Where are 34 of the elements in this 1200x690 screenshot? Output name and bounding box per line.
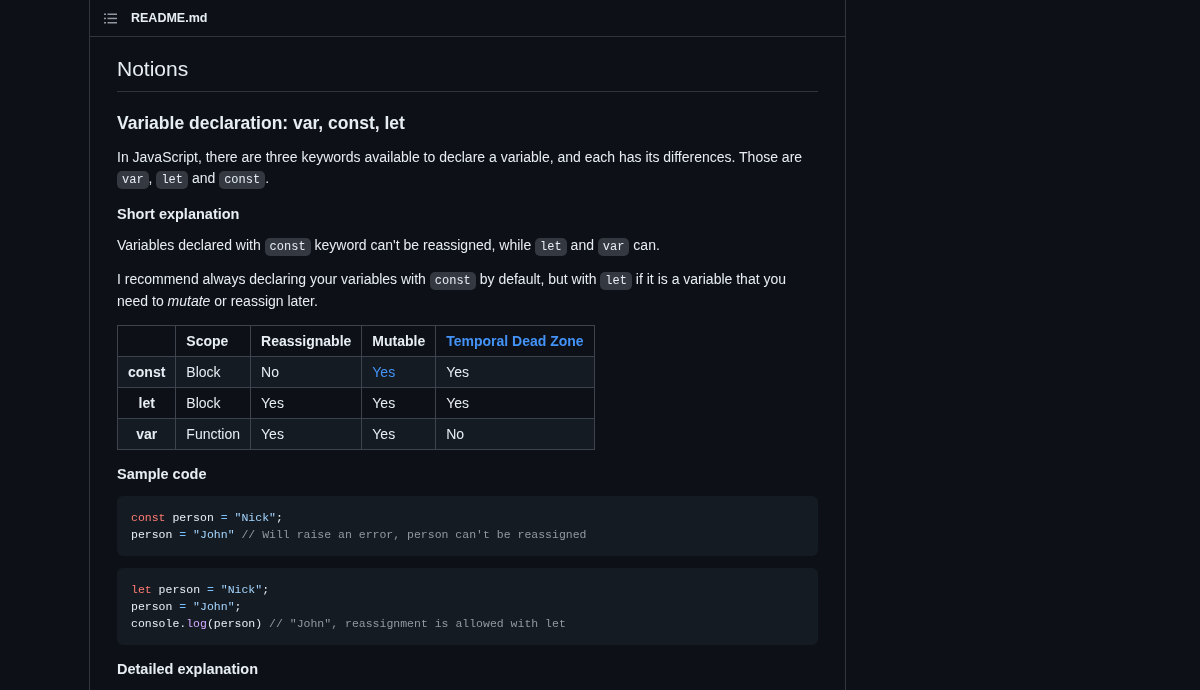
table-cell: Block [175, 387, 251, 418]
code-line: let person = "Nick"; [131, 581, 271, 598]
heading: Variable declaration: var, const, let [117, 112, 406, 135]
paragraph: Variables declared with const keyword can't be reassigned, while let and var can. [117, 236, 661, 258]
table-cell: Yes [361, 418, 436, 449]
table-cell: No [435, 418, 595, 449]
row-header-cell: var [117, 418, 176, 449]
table-cell: Block [175, 356, 251, 387]
header-cell: Scope [175, 325, 251, 356]
row-header-cell: let [117, 387, 176, 418]
file-name: README.md [131, 11, 208, 25]
code-line: console.log(person) // "John", reassignment is allowed with let [131, 615, 567, 632]
header-cell: Mutable [361, 325, 436, 356]
code-line: person = "John"; [131, 598, 243, 615]
paragraph: In JavaScript, there are three keywords available to declare a variable, and each has its differences. Those are var , let and const . [117, 148, 804, 190]
header-cell: Reassignable [250, 325, 362, 356]
table-cell: Yes [250, 387, 362, 418]
link[interactable]: Temporal Dead Zone [446, 332, 584, 349]
code-line: const person = "Nick"; [131, 509, 284, 526]
heading: Short explanation [117, 205, 241, 224]
table-cell: Function [175, 418, 251, 449]
code-line: person = "John" // Will raise an error, person can't be reassigned [131, 526, 588, 543]
list-icon[interactable] [104, 12, 117, 24]
heading: Sample code [117, 464, 208, 484]
table-cell: Yes [435, 356, 595, 387]
row-header-cell: const [117, 356, 176, 387]
paragraph: I recommend always declaring your variables with const by default, but with let if it is a variable that you need to mutate or reassign later. [117, 269, 788, 311]
table-cell: Yes [435, 387, 595, 418]
heading: Notions [117, 56, 818, 92]
link[interactable]: Yes [372, 363, 396, 380]
table-cell: Yes [250, 418, 362, 449]
heading: Detailed explanation [117, 659, 259, 679]
table-cell: Yes [361, 387, 436, 418]
table-cell: No [250, 356, 362, 387]
